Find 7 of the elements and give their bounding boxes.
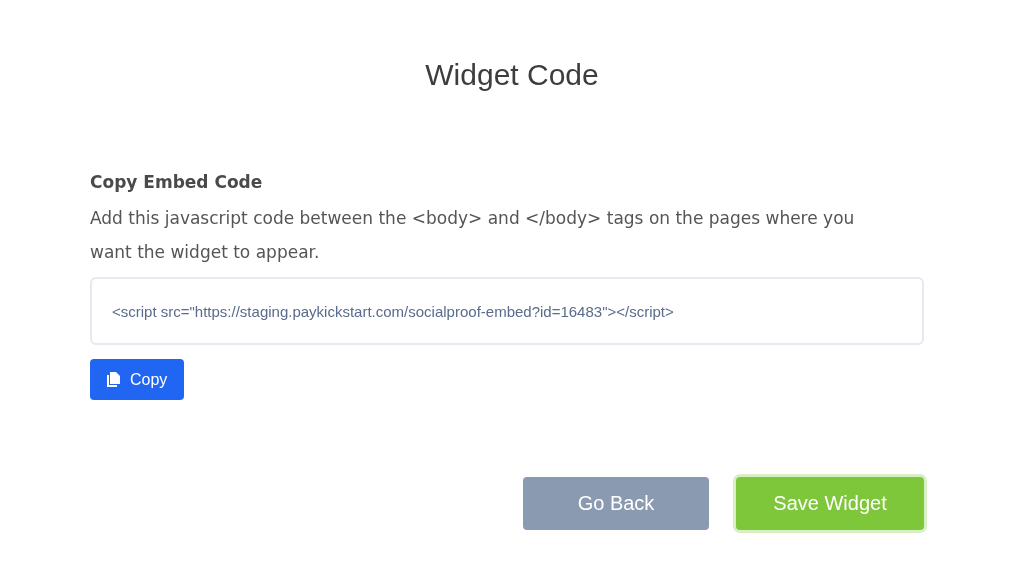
section-heading: Copy Embed Code (90, 172, 264, 192)
back-button[interactable]: Go Back (523, 477, 709, 530)
copy-icon (107, 372, 120, 387)
embed-code-field[interactable]: <script src="https://staging.paykickstart.com/socialproof-embed?id=16483"></script> (90, 277, 924, 345)
description-text: Add this javascript code between the <body> and </body> tags on the pages where you want the widget to appear. (90, 207, 856, 264)
copy-button[interactable]: Copy (90, 359, 185, 400)
page-title: Widget Code (424, 58, 600, 92)
